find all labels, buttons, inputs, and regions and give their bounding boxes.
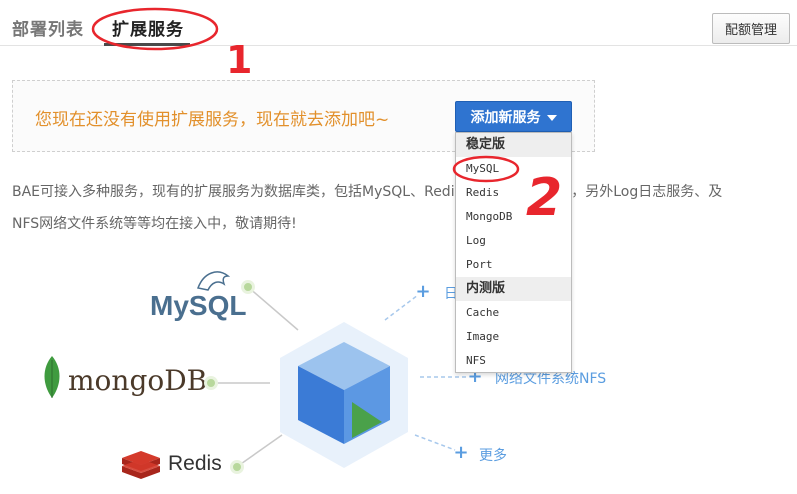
tab-deploy-list[interactable]: 部署列表	[12, 15, 84, 40]
tab-ext-services[interactable]: 扩展服务	[112, 15, 184, 40]
menu-item-log[interactable]: Log	[456, 229, 571, 253]
redis-node-dot	[230, 460, 244, 474]
redis-logo: Redis	[168, 452, 222, 475]
add-service-dropdown: 稳定版 MySQL Redis MongoDB Log Port 内测版 Cac…	[455, 132, 572, 373]
add-service-label: 添加新服务	[470, 109, 541, 126]
menu-item-cache[interactable]: Cache	[456, 301, 571, 325]
menu-item-mysql[interactable]: MySQL	[456, 157, 571, 181]
mongodb-logo: mongoDB	[68, 364, 208, 397]
quota-management-button[interactable]: 配额管理	[712, 13, 790, 44]
menu-item-nfs[interactable]: NFS	[456, 349, 571, 373]
mysql-node-dot	[241, 280, 255, 294]
service-description: BAE可接入多种服务，现有的扩展服务为数据库类，包括MySQL、Redis、Mo…	[12, 176, 782, 240]
active-tab-indicator	[104, 43, 190, 46]
menu-item-image[interactable]: Image	[456, 325, 571, 349]
stable-group-header: 稳定版	[456, 133, 571, 157]
add-service-button[interactable]: 添加新服务	[455, 101, 572, 132]
tab-bar: 部署列表 扩展服务 配额管理	[0, 0, 797, 46]
more-label: 更多	[479, 448, 507, 464]
menu-item-redis[interactable]: Redis	[456, 181, 571, 205]
caret-down-icon	[546, 114, 557, 121]
plus-icon: +	[453, 442, 469, 463]
description-line-1: BAE可接入多种服务，现有的扩展服务为数据库类，包括MySQL、Redis、Mo…	[12, 184, 723, 200]
mysql-logo-text: MySQL	[150, 290, 247, 321]
menu-item-port[interactable]: Port	[456, 253, 571, 277]
description-line-2: NFS网络文件系统等等均在接入中，敬请期待!	[12, 216, 297, 232]
bae-cube-icon	[280, 322, 408, 468]
plus-icon: +	[415, 281, 431, 302]
empty-notice-text: 您现在还没有使用扩展服务，现在就去添加吧~	[35, 110, 390, 130]
beta-group-header: 内测版	[456, 277, 571, 301]
mysql-logo: MySQL	[150, 290, 246, 322]
mongodb-node-dot	[204, 376, 218, 390]
menu-item-mongodb[interactable]: MongoDB	[456, 205, 571, 229]
